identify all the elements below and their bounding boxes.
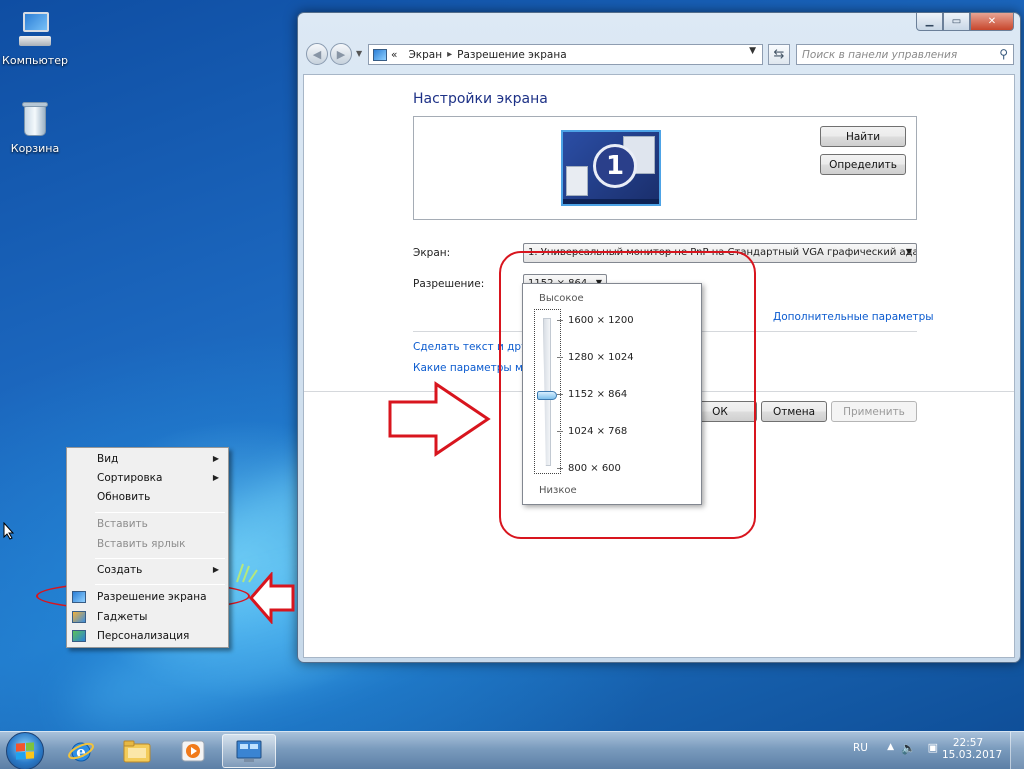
address-dropdown-icon[interactable]: ▼ <box>749 46 756 56</box>
menu-item-gadgets[interactable]: Гаджеты <box>97 611 147 623</box>
menu-separator <box>95 558 225 559</box>
taskbar-control-panel[interactable] <box>222 734 276 768</box>
gadgets-icon <box>72 611 86 623</box>
menu-separator <box>95 512 225 513</box>
show-hidden-icons-icon[interactable]: ▲ <box>887 742 894 752</box>
menu-separator <box>95 584 225 585</box>
thumbnail-taskbar <box>563 199 659 204</box>
maximize-button[interactable]: ▭ <box>943 13 970 31</box>
submenu-arrow-icon: ▶ <box>212 454 219 463</box>
show-desktop-button[interactable] <box>1010 732 1024 769</box>
back-button[interactable]: ◀ <box>306 43 328 65</box>
menu-item-paste[interactable]: Вставить <box>97 518 148 530</box>
clock[interactable]: 22:57 15.03.2017 <box>942 737 1003 761</box>
menu-item-screen-resolution[interactable]: Разрешение экрана <box>97 591 207 603</box>
monitor-number-badge: 1 <box>593 144 637 188</box>
address-chevron[interactable]: « <box>391 49 397 61</box>
search-placeholder: Поиск в панели управления <box>802 49 958 61</box>
resolution-label: Разрешение: <box>413 278 485 290</box>
breadcrumb-separator: ▸ <box>447 49 453 60</box>
breadcrumb-display[interactable]: Экран <box>408 49 442 61</box>
volume-icon[interactable]: 🔈 <box>901 741 916 755</box>
close-icon: ✕ <box>987 16 997 27</box>
control-panel-icon <box>373 48 387 61</box>
menu-item-new[interactable]: Создать <box>97 564 142 576</box>
windows-logo-icon <box>16 742 34 760</box>
personalization-icon <box>72 630 86 642</box>
search-input[interactable]: Поиск в панели управления ⚲ <box>796 44 1014 65</box>
network-icon[interactable]: ▣ <box>928 741 938 754</box>
forward-arrow-icon: ▶ <box>336 47 346 61</box>
desktop-icon-computer[interactable]: Компьютер <box>0 10 74 67</box>
address-bar[interactable]: « Экран ▸ Разрешение экрана ▼ <box>368 44 763 65</box>
annotation-arrow-icon <box>249 572 295 624</box>
display-label: Экран: <box>413 247 451 259</box>
taskbar-media-player[interactable] <box>166 734 220 768</box>
window-controls: ▁ ▭ ✕ <box>916 13 1014 31</box>
folder-icon <box>123 740 151 763</box>
menu-item-view[interactable]: Вид <box>97 453 118 465</box>
chevron-down-icon: ▼ <box>905 247 912 256</box>
display-settings-icon <box>72 591 86 603</box>
monitor-preview-area: 1 Найти Определить <box>413 116 917 220</box>
language-indicator[interactable]: RU <box>853 742 868 754</box>
desktop-icon-label: Компьютер <box>2 54 68 67</box>
taskbar-internet-explorer[interactable]: e <box>54 734 108 768</box>
menu-item-personalization[interactable]: Персонализация <box>97 630 189 642</box>
navigation-bar: ◀ ▶ ▼ « Экран ▸ Разрешение экрана ▼ ⇆ По… <box>306 41 1014 67</box>
menu-item-paste-shortcut[interactable]: Вставить ярлык <box>97 538 186 550</box>
computer-icon <box>17 10 53 50</box>
close-button[interactable]: ✕ <box>970 13 1014 31</box>
monitor-thumbnail[interactable]: 1 <box>561 130 661 206</box>
annotation-highlight-box <box>499 251 756 539</box>
cancel-button[interactable]: Отмена <box>761 401 827 422</box>
recent-pages-dropdown[interactable]: ▼ <box>356 49 362 58</box>
breadcrumb-screen-resolution[interactable]: Разрешение экрана <box>457 49 567 61</box>
clock-date: 15.03.2017 <box>942 749 1003 761</box>
desktop-icon-recycle-bin[interactable]: Корзина <box>0 100 74 155</box>
desktop-icon-label: Корзина <box>10 142 60 155</box>
taskbar: e RU ▲ 🔈 ▣ 22:57 15.03.2017 <box>0 731 1024 769</box>
submenu-arrow-icon: ▶ <box>212 565 219 574</box>
internet-explorer-icon: e <box>68 742 94 762</box>
search-icon[interactable]: ⚲ <box>999 47 1008 61</box>
thumbnail-window <box>566 166 588 196</box>
clock-time: 22:57 <box>952 737 984 749</box>
page-title: Настройки экрана <box>413 91 548 107</box>
menu-item-refresh[interactable]: Обновить <box>97 491 150 503</box>
submenu-arrow-icon: ▶ <box>212 473 219 482</box>
taskbar-explorer[interactable] <box>110 734 164 768</box>
back-arrow-icon: ◀ <box>312 47 322 61</box>
recycle-bin-icon <box>21 100 49 138</box>
maximize-icon: ▭ <box>951 16 962 27</box>
desktop-context-menu[interactable]: Вид ▶ Сортировка ▶ Обновить Вставить Вст… <box>66 447 229 648</box>
start-button[interactable] <box>6 732 44 769</box>
identify-button[interactable]: Определить <box>820 154 906 175</box>
apply-button[interactable]: Применить <box>831 401 917 422</box>
refresh-icon: ⇆ <box>773 47 785 62</box>
control-panel-icon <box>236 740 262 762</box>
minimize-button[interactable]: ▁ <box>916 13 943 31</box>
media-player-icon <box>181 740 205 762</box>
find-button[interactable]: Найти <box>820 126 906 147</box>
mouse-cursor-icon <box>3 522 15 540</box>
advanced-settings-link[interactable]: Дополнительные параметры <box>773 311 934 323</box>
annotation-arrow-icon <box>388 381 491 457</box>
minimize-icon: ▁ <box>925 16 934 27</box>
forward-button[interactable]: ▶ <box>330 43 352 65</box>
refresh-button[interactable]: ⇆ <box>768 44 790 65</box>
menu-item-sort[interactable]: Сортировка <box>97 472 162 484</box>
